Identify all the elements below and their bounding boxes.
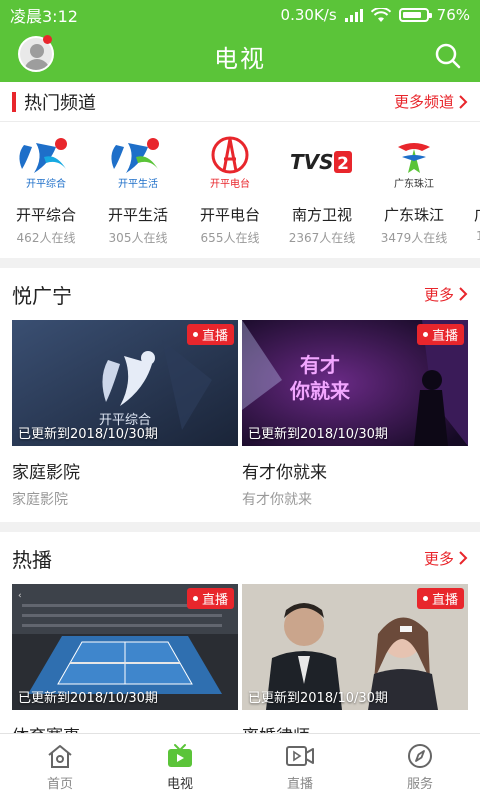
channel-name: 开平生活 bbox=[107, 206, 168, 224]
channel-viewers: 305人在线 bbox=[108, 231, 168, 245]
channel-viewers: 462人在线 bbox=[16, 231, 76, 245]
channel-item[interactable]: 开平生活 开平生活 305人在线 bbox=[92, 130, 184, 246]
svg-text:TVS: TVS bbox=[290, 150, 334, 174]
channel-item[interactable]: 开平电台 开平电台 655人在线 bbox=[184, 130, 276, 246]
bottom-tab-bar: 首页 电视 直播 服务 bbox=[0, 733, 480, 800]
section-accent-bar bbox=[12, 91, 16, 112]
svg-text:‹: ‹ bbox=[18, 591, 22, 601]
channel-logo: 开平综合 bbox=[0, 130, 92, 194]
section-divider bbox=[0, 522, 480, 532]
channel-name: 广东珠江 bbox=[383, 206, 444, 224]
status-right: 0.30K/s 76% bbox=[281, 6, 470, 24]
section-yue-title: 悦广宁 bbox=[12, 283, 72, 308]
program-subtitle: 家庭影院 bbox=[12, 492, 68, 508]
hot-channels-header: 热门频道 更多频道 bbox=[0, 82, 480, 122]
search-icon[interactable] bbox=[434, 42, 462, 70]
hot-channels-title: 热门频道 bbox=[24, 92, 96, 114]
live-badge: 直播 bbox=[186, 588, 234, 609]
more-channels-link[interactable]: 更多频道 bbox=[394, 91, 468, 112]
update-info: 已更新到2018/10/30期 bbox=[248, 691, 388, 706]
channel-name: 开平综合 bbox=[15, 206, 76, 224]
svg-text:开平生活: 开平生活 bbox=[118, 177, 158, 190]
program-thumbnail[interactable]: ‹ 直播 已更新到2018/10/30期 bbox=[12, 584, 238, 710]
chevron-right-icon bbox=[459, 551, 468, 565]
tab-tv[interactable]: 电视 bbox=[120, 734, 240, 800]
compass-icon bbox=[408, 743, 432, 768]
live-badge: 直播 bbox=[416, 324, 464, 345]
chevron-right-icon bbox=[459, 287, 468, 301]
program-title[interactable]: 家庭影院 bbox=[12, 458, 238, 483]
channel-viewers: 2367人在线 bbox=[288, 231, 356, 245]
tab-label: 服务 bbox=[406, 776, 433, 792]
section-hot-more[interactable]: 更多 bbox=[424, 548, 468, 569]
status-bar: 凌晨3:12 0.30K/s 76% bbox=[0, 0, 480, 30]
update-info: 已更新到2018/10/30期 bbox=[18, 427, 158, 442]
section-yue-more[interactable]: 更多 bbox=[424, 284, 468, 305]
channel-viewers: 655人在线 bbox=[200, 231, 260, 245]
battery-percent: 76% bbox=[436, 6, 470, 24]
channel-logo: 开平生活 bbox=[92, 130, 184, 194]
tab-label: 首页 bbox=[46, 776, 73, 792]
chevron-right-icon bbox=[459, 94, 468, 109]
home-icon bbox=[48, 744, 72, 768]
program-card[interactable]: 直播 已更新到2018/10/30期 离婚律师 bbox=[242, 584, 468, 747]
section-hot-header: 热播 更多 bbox=[0, 536, 480, 580]
channel-name: 开平电台 bbox=[199, 206, 260, 224]
program-card[interactable]: 开平综合 直播 已更新到2018/10/30期 家庭影院 家庭影院 bbox=[12, 320, 238, 509]
tv-icon bbox=[168, 743, 192, 767]
battery-icon bbox=[398, 8, 432, 22]
program-thumbnail[interactable]: 有才 你就来 直播 已更新到2018/10/30期 bbox=[242, 320, 468, 446]
live-video-icon bbox=[286, 745, 314, 766]
channel-viewers: 1 bbox=[476, 229, 480, 243]
tab-label: 电视 bbox=[166, 776, 193, 792]
more-label: 更多 bbox=[423, 549, 454, 568]
channel-item[interactable]: 广东珠江 广东珠江 3479人在线 bbox=[368, 130, 460, 246]
program-thumbnail[interactable]: 开平综合 直播 已更新到2018/10/30期 bbox=[12, 320, 238, 446]
wifi-icon bbox=[370, 7, 391, 22]
channel-name: 南方卫视 bbox=[291, 206, 352, 224]
svg-text:广东珠江: 广东珠江 bbox=[394, 177, 434, 190]
tab-label: 直播 bbox=[286, 776, 313, 792]
svg-text:有才: 有才 bbox=[300, 353, 340, 377]
channel-item[interactable]: TVS 2 南方卫视 2367人在线 bbox=[276, 130, 368, 246]
channel-logo: TVS 2 bbox=[276, 130, 368, 194]
program-subtitle: 有才你就来 bbox=[242, 492, 312, 508]
channel-item[interactable]: 广 1 bbox=[460, 130, 480, 243]
svg-text:开平电台: 开平电台 bbox=[210, 177, 250, 190]
program-card[interactable]: ‹ 直播 已更新到2018/10/30期 体育赛事 bbox=[12, 584, 238, 747]
status-time: 凌晨3:12 bbox=[10, 7, 78, 26]
svg-text:2: 2 bbox=[337, 154, 349, 174]
signal-icon bbox=[344, 9, 363, 22]
channel-list: 开平综合 开平综合 462人在线 开平生活 开平生活 305人在线 开平电台 开… bbox=[0, 130, 480, 256]
app-header: 电视 bbox=[0, 30, 480, 82]
channel-logo: 开平电台 bbox=[184, 130, 276, 194]
svg-text:开平综合: 开平综合 bbox=[26, 177, 66, 190]
channel-logo: 广东珠江 bbox=[368, 130, 460, 194]
channel-item[interactable]: 开平综合 开平综合 462人在线 bbox=[0, 130, 92, 246]
update-info: 已更新到2018/10/30期 bbox=[18, 691, 158, 706]
channel-name: 广 bbox=[460, 204, 480, 225]
program-title[interactable]: 有才你就来 bbox=[242, 458, 468, 483]
program-thumbnail[interactable]: 直播 已更新到2018/10/30期 bbox=[242, 584, 468, 710]
notification-dot bbox=[43, 35, 52, 44]
tab-service[interactable]: 服务 bbox=[360, 734, 480, 800]
more-label: 更多 bbox=[423, 285, 454, 304]
tab-live[interactable]: 直播 bbox=[240, 734, 360, 800]
net-speed: 0.30K/s bbox=[280, 6, 337, 24]
section-divider bbox=[0, 258, 480, 268]
live-badge: 直播 bbox=[186, 324, 234, 345]
svg-text:你就来: 你就来 bbox=[289, 379, 351, 403]
program-card[interactable]: 有才 你就来 直播 已更新到2018/10/30期 有才你就来 有才你就来 bbox=[242, 320, 468, 509]
page-title: 电视 bbox=[214, 44, 266, 73]
update-info: 已更新到2018/10/30期 bbox=[248, 427, 388, 442]
channel-logo bbox=[460, 130, 480, 194]
section-yue-header: 悦广宁 更多 bbox=[0, 272, 480, 316]
section-hot-title: 热播 bbox=[12, 547, 52, 572]
tab-home[interactable]: 首页 bbox=[0, 734, 120, 800]
live-badge: 直播 bbox=[416, 588, 464, 609]
more-channels-label: 更多频道 bbox=[393, 93, 454, 111]
channel-viewers: 3479人在线 bbox=[380, 231, 448, 245]
